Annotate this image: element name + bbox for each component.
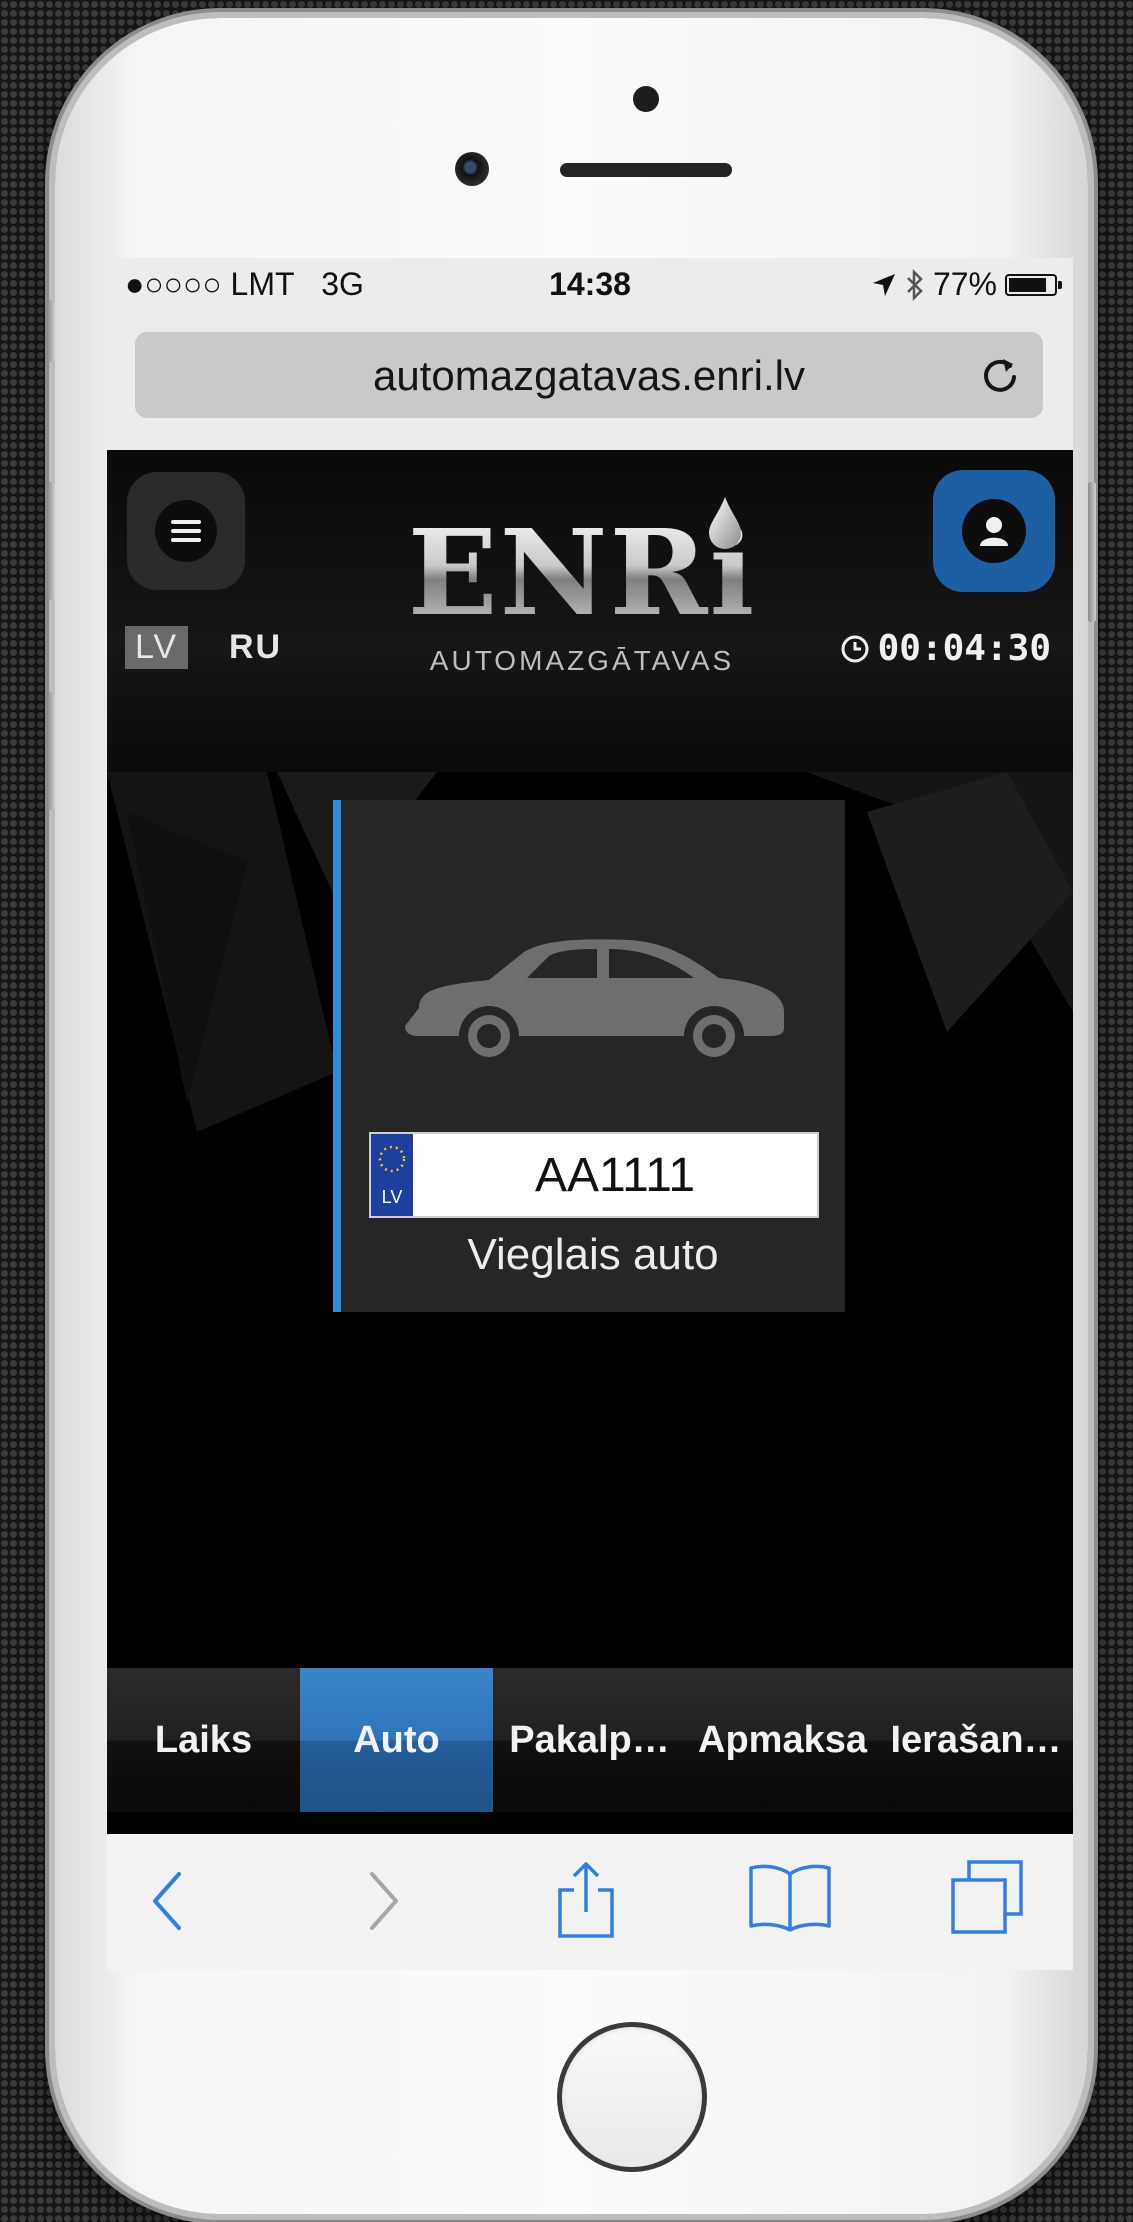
address-bar[interactable]: automazgatavas.enri.lv <box>135 332 1043 418</box>
logo-subtitle: AUTOMAZGĀTAVAS <box>429 645 735 676</box>
step-tabs: Laiks Auto Pakalp… Apmaksa Ierašan… <box>107 1668 1073 1812</box>
tab-laiks[interactable]: Laiks <box>107 1668 300 1812</box>
url-text[interactable]: automazgatavas.enri.lv <box>135 352 1043 400</box>
mute-switch <box>47 300 55 362</box>
volume-up-button <box>47 482 55 600</box>
tab-pakalpojumi[interactable]: Pakalp… <box>493 1668 686 1812</box>
user-icon <box>962 499 1026 563</box>
phone-screen: ●○○○○ LMT 3G 14:38 77% automazgatavas.en… <box>107 258 1073 1970</box>
car-icon <box>405 939 784 1060</box>
account-button[interactable] <box>933 470 1055 592</box>
browser-toolbar <box>107 1834 1073 1970</box>
main-content: LV AA1111 Vieglais auto <box>107 772 1073 1668</box>
status-bar: ●○○○○ LMT 3G 14:38 77% <box>107 258 1073 310</box>
vehicle-card[interactable]: LV AA1111 Vieglais auto <box>333 800 845 1312</box>
tab-apmaksa[interactable]: Apmaksa <box>686 1668 879 1812</box>
browser-address-area: automazgatavas.enri.lv <box>107 310 1073 450</box>
eu-band: LV <box>371 1134 413 1216</box>
share-icon[interactable] <box>554 1860 618 1940</box>
forward-icon[interactable] <box>362 1870 402 1932</box>
home-button[interactable] <box>557 2022 707 2172</box>
site-header: ENRi AUTOMAZGĀTAVAS LV RU 00:04:30 <box>107 450 1073 772</box>
location-icon <box>872 273 895 296</box>
battery-icon <box>1005 273 1062 296</box>
vehicle-type-label: Vieglais auto <box>467 1230 719 1279</box>
plate-country-code: LV <box>381 1187 403 1207</box>
bluetooth-icon <box>907 268 923 301</box>
language-ru[interactable]: RU <box>229 628 282 667</box>
volume-down-button <box>47 692 55 810</box>
license-plate: LV AA1111 <box>369 1132 819 1218</box>
eu-stars-icon <box>378 1145 406 1173</box>
menu-button[interactable] <box>127 472 245 590</box>
reload-icon[interactable] <box>977 352 1023 398</box>
enri-logo[interactable]: ENRi AUTOMAZGĀTAVAS <box>402 495 762 680</box>
timer-value: 00:04:30 <box>877 628 1051 669</box>
bookmarks-icon[interactable] <box>747 1862 833 1932</box>
tab-auto[interactable]: Auto <box>300 1668 493 1812</box>
power-button <box>1088 482 1096 622</box>
session-timer: 00:04:30 <box>840 628 1051 669</box>
tab-ierasanas[interactable]: Ierašan… <box>879 1668 1073 1812</box>
back-icon[interactable] <box>149 1870 189 1932</box>
clock-icon <box>841 635 869 662</box>
plate-number: AA1111 <box>534 1149 696 1202</box>
status-right: 77% <box>871 266 1062 303</box>
tabs-icon[interactable] <box>947 1858 1027 1938</box>
hamburger-icon <box>155 500 217 562</box>
earpiece-speaker <box>560 163 732 177</box>
language-lv[interactable]: LV <box>125 626 189 669</box>
front-camera <box>455 152 489 186</box>
water-drop-icon <box>709 497 741 549</box>
proximity-sensor <box>633 86 659 112</box>
battery-percent: 77% <box>932 266 997 302</box>
